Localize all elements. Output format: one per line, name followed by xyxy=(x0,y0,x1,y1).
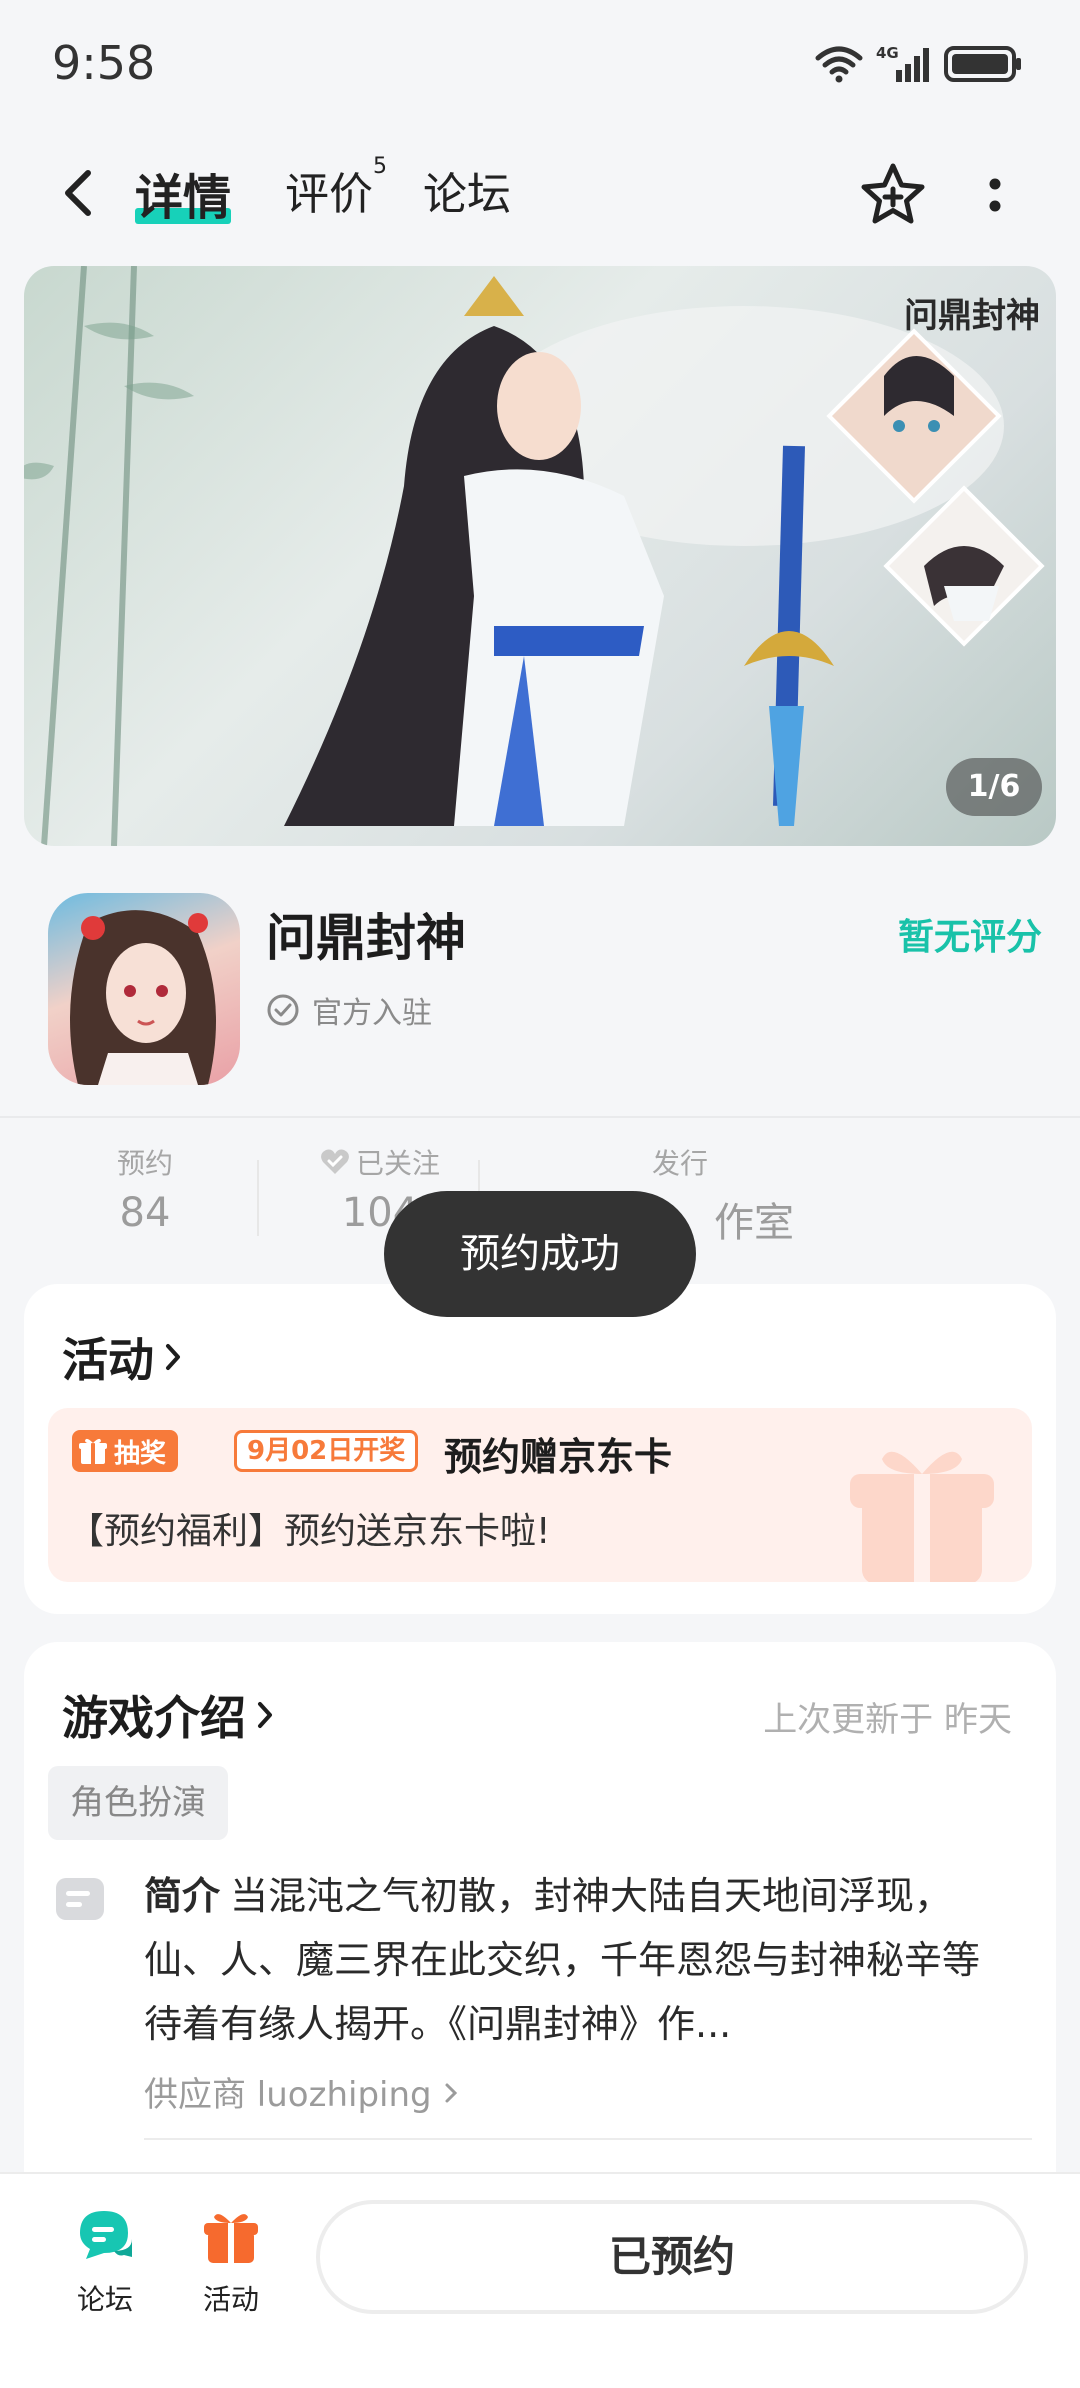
activity-item[interactable]: 抽奖 9月02日开奖 预约赠京东卡 【预约福利】预约送京东卡啦! xyxy=(48,1408,1032,1582)
cellular-signal-icon: 4G xyxy=(876,44,929,82)
svg-text:4G: 4G xyxy=(876,44,899,62)
draw-date-tag: 9月02日开奖 xyxy=(234,1430,419,1472)
status-icons: 4G xyxy=(814,44,1024,84)
more-vertical-icon[interactable] xyxy=(975,172,1015,222)
battery-icon xyxy=(944,46,1021,82)
heart-check-icon xyxy=(321,1149,349,1174)
intro-section-header[interactable]: 游戏介绍 xyxy=(62,1682,278,1748)
game-app-icon xyxy=(48,893,240,1085)
tab-details-label: 详情 xyxy=(135,170,232,226)
supplier-link[interactable]: 供应商 luozhiping xyxy=(144,2067,460,2116)
activity-title: 预约赠京东卡 xyxy=(444,1435,673,1479)
stat-reservations: 预约 84 xyxy=(100,1142,190,1236)
back-icon[interactable] xyxy=(58,168,98,218)
star-plus-icon[interactable] xyxy=(858,160,928,230)
official-badge: 官方入驻 xyxy=(266,988,432,1032)
stat-divider xyxy=(257,1160,259,1236)
gift-icon xyxy=(204,2214,258,2263)
game-icon-art xyxy=(70,910,216,1085)
official-label: 官方入驻 xyxy=(312,996,432,1031)
carousel-counter: 1/6 xyxy=(946,758,1042,816)
tab-reviews[interactable]: 评价5 xyxy=(285,154,387,222)
status-time: 9:58 xyxy=(52,36,156,90)
review-count-badge: 5 xyxy=(373,154,387,180)
gift-icon xyxy=(79,1438,107,1464)
stat-followed-label: 已关注 xyxy=(355,1147,440,1180)
chevron-right-icon xyxy=(258,1702,272,1728)
reserved-button[interactable]: 已预约 xyxy=(316,2200,1028,2314)
bottom-action-bar: 论坛 活动 已预约 xyxy=(0,2172,1080,2388)
stat-reservations-label: 预约 xyxy=(116,1147,173,1180)
gift-decoration-icon xyxy=(850,1451,994,1582)
banner-game-logo: 问鼎封神 xyxy=(904,296,1040,336)
stat-followed-label-row: 已关注 xyxy=(300,1142,460,1182)
toast-message: 预约成功 xyxy=(384,1191,696,1317)
tab-details[interactable]: 详情 xyxy=(135,158,232,228)
lottery-tag: 抽奖 xyxy=(72,1430,179,1472)
supplier-text: 供应商 luozhiping xyxy=(144,2075,432,2115)
chat-bubble-icon xyxy=(80,2211,132,2259)
brief-label: 简介 xyxy=(144,1874,221,1918)
check-circle-icon xyxy=(267,994,299,1026)
activity-description: 【预约福利】预约送京东卡啦! xyxy=(68,1511,551,1552)
game-title: 问鼎封神 xyxy=(266,909,466,967)
tab-forum[interactable]: 论坛 xyxy=(423,158,511,222)
brief-text: 当混沌之气初散，封神大陆自天地间浮现，仙、人、魔三界在此交织，千年恩怨与封神秘辛… xyxy=(144,1874,981,2046)
activity-section-header[interactable]: 活动 xyxy=(62,1324,186,1390)
activity-section-title: 活动 xyxy=(62,1333,154,1387)
bottom-forum-button[interactable]: 论坛 xyxy=(60,2204,150,2318)
document-icon xyxy=(56,1878,104,1920)
rating-status[interactable]: 暂无评分 xyxy=(898,908,1042,960)
activity-card: 活动 抽奖 9月02日开奖 预约赠京东卡 【预约福利】预约送京东卡啦! xyxy=(24,1284,1056,1614)
status-bar: 9:58 4G xyxy=(0,0,1080,130)
intro-divider xyxy=(144,2138,1032,2140)
stat-publisher-label: 发行 xyxy=(651,1147,708,1180)
tab-reviews-label: 评价 xyxy=(285,169,373,220)
banner-artwork xyxy=(24,266,1045,846)
last-updated: 上次更新于 昨天 xyxy=(763,1700,1012,1740)
wifi-icon xyxy=(815,46,863,83)
intro-section-title: 游戏介绍 xyxy=(62,1691,246,1745)
top-nav: 详情 评价5 论坛 xyxy=(0,140,1080,250)
screenshot-carousel[interactable]: 问鼎封神 1/6 xyxy=(24,266,1056,846)
stat-reservations-value: 84 xyxy=(119,1190,171,1236)
bottom-activity-label: 活动 xyxy=(202,2283,259,2316)
section-divider xyxy=(0,1116,1080,1118)
bottom-forum-label: 论坛 xyxy=(76,2283,133,2316)
chevron-right-icon xyxy=(445,2083,458,2103)
genre-tag[interactable]: 角色扮演 xyxy=(48,1766,228,1840)
chevron-right-icon xyxy=(166,1344,180,1370)
lottery-tag-label: 抽奖 xyxy=(114,1438,167,1469)
game-brief[interactable]: 简介 当混沌之气初散，封神大陆自天地间浮现，仙、人、魔三界在此交织，千年恩怨与封神… xyxy=(144,1864,1004,2056)
bottom-activity-button[interactable]: 活动 xyxy=(186,2204,276,2318)
tab-forum-label: 论坛 xyxy=(423,169,511,220)
